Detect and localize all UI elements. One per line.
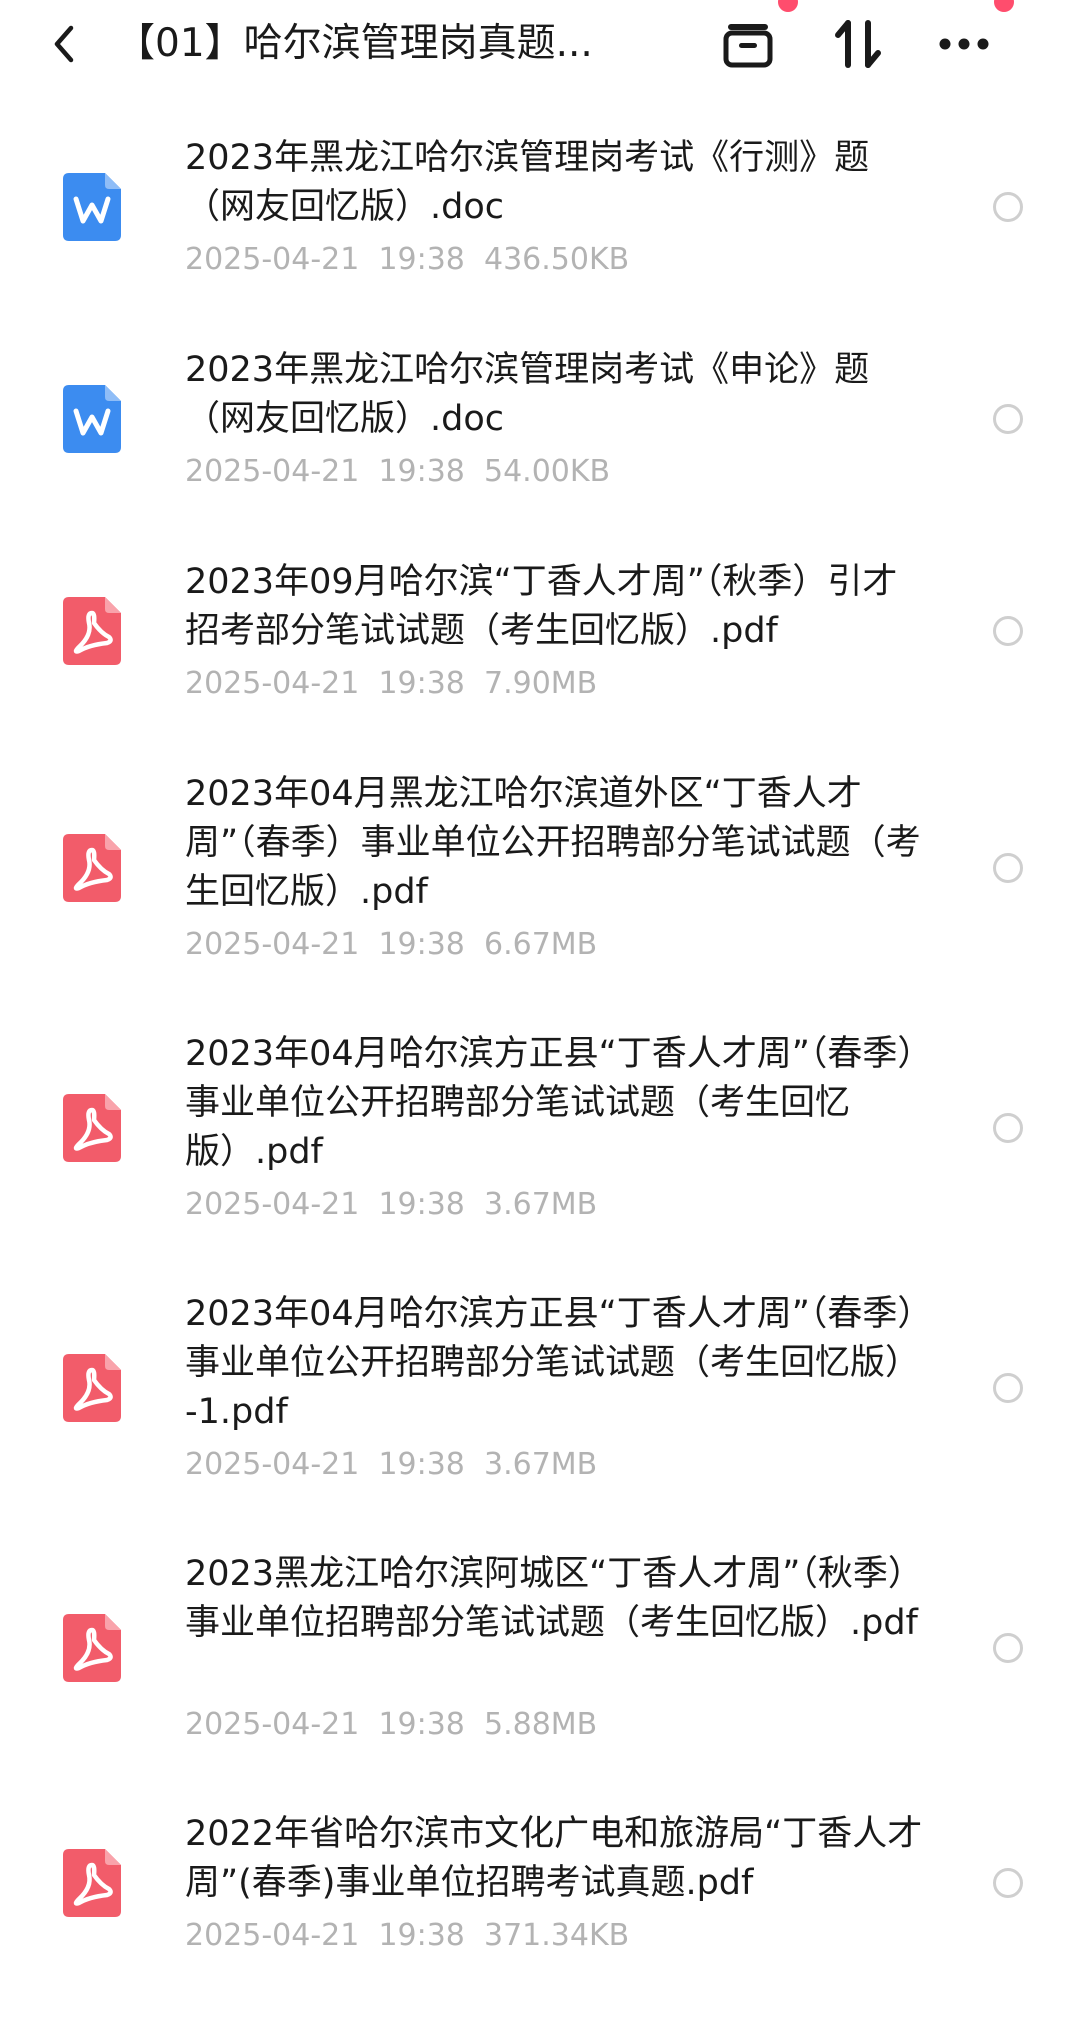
file-name: 2023年黑龙江哈尔滨管理岗考试《申论》题（网友回忆版）.doc xyxy=(185,350,870,439)
file-item[interactable]: 2023年04月哈尔滨方正县“丁香人才周”（春季）事业单位公开招聘部分笔试试题（… xyxy=(0,1260,1080,1520)
more-icon xyxy=(939,38,989,50)
file-size: 6.67MB xyxy=(483,927,598,962)
file-time: 19:38 xyxy=(378,454,465,489)
file-date: 2025-04-21 xyxy=(185,1187,360,1222)
back-button[interactable] xyxy=(42,20,86,68)
file-size: 3.67MB xyxy=(483,1447,598,1482)
file-meta: 2025-04-21 19:38 3.67MB xyxy=(185,1185,597,1225)
word-file-icon xyxy=(63,385,121,453)
file-date: 2025-04-21 xyxy=(185,454,360,489)
file-time: 19:38 xyxy=(378,1187,465,1222)
file-meta: 2025-04-21 19:38 5.88MB xyxy=(185,1705,597,1745)
file-date: 2025-04-21 xyxy=(185,1447,360,1482)
select-radio[interactable] xyxy=(993,1632,1023,1663)
file-meta: 2025-04-21 19:38 6.67MB xyxy=(185,925,597,965)
pdf-file-icon xyxy=(63,1353,121,1422)
file-name: 2023年黑龙江哈尔滨管理岗考试《行测》题（网友回忆版）.doc xyxy=(185,138,870,227)
file-meta: 2025-04-21 19:38 7.90MB xyxy=(185,664,597,704)
file-date: 2025-04-21 xyxy=(185,242,360,277)
file-size: 371.34KB xyxy=(483,1918,630,1953)
file-item[interactable]: 2023年黑龙江哈尔滨管理岗考试《行测》题（网友回忆版）.doc 2025-04-… xyxy=(0,104,1080,316)
file-time: 19:38 xyxy=(378,242,465,277)
file-name: 2023年04月哈尔滨方正县“丁香人才周”（春季）事业单位公开招聘部分笔试试题（… xyxy=(185,1294,921,1432)
pdf-file-icon xyxy=(63,1849,121,1917)
file-meta: 2025-04-21 19:38 3.67MB xyxy=(185,1445,597,1485)
file-name: 2022年省哈尔滨市文化广电和旅游局“丁香人才周”(春季)事业单位招聘考试真题.… xyxy=(185,1814,923,1903)
sort-icon xyxy=(835,20,881,68)
page-title: 【01】哈尔滨管理岗真题... xyxy=(116,21,593,66)
file-item[interactable]: 2022年省哈尔滨市文化广电和旅游局“丁香人才周”(春季)事业单位招聘考试真题.… xyxy=(0,1780,1080,2040)
pdf-file-icon xyxy=(63,597,121,665)
select-radio[interactable] xyxy=(993,192,1023,222)
file-name: 2023黑龙江哈尔滨阿城区“丁香人才周”（秋季）事业单位招聘部分笔试试题（考生回… xyxy=(185,1554,923,1643)
archive-icon xyxy=(723,24,773,68)
select-radio[interactable] xyxy=(993,852,1023,883)
pdf-file-icon xyxy=(63,1093,121,1162)
file-time: 19:38 xyxy=(378,1918,465,1953)
file-size: 54.00KB xyxy=(483,454,611,489)
file-size: 5.88MB xyxy=(483,1707,598,1742)
archive-button[interactable] xyxy=(716,14,780,74)
file-time: 19:38 xyxy=(378,666,465,701)
select-radio[interactable] xyxy=(993,616,1023,646)
file-date: 2025-04-21 xyxy=(185,1918,360,1953)
top-bar: 【01】哈尔滨管理岗真题... xyxy=(0,0,1080,92)
chevron-left-icon xyxy=(54,25,74,63)
file-meta: 2025-04-21 19:38 371.34KB xyxy=(185,1916,629,1956)
pdf-file-icon xyxy=(63,1613,121,1682)
file-meta: 2025-04-21 19:38 436.50KB xyxy=(185,240,629,280)
file-size: 3.67MB xyxy=(483,1187,598,1222)
file-meta: 2025-04-21 19:38 54.00KB xyxy=(185,452,610,492)
pdf-file-icon xyxy=(63,833,121,902)
file-date: 2025-04-21 xyxy=(185,927,360,962)
file-time: 19:38 xyxy=(378,1447,465,1482)
notification-badge xyxy=(778,0,798,12)
file-item[interactable]: 2023年黑龙江哈尔滨管理岗考试《申论》题（网友回忆版）.doc 2025-04-… xyxy=(0,316,1080,528)
file-item[interactable]: 2023年09月哈尔滨“丁香人才周”（秋季）引才招考部分笔试试题（考生回忆版）.… xyxy=(0,528,1080,740)
file-name: 2023年04月哈尔滨方正县“丁香人才周”（春季）事业单位公开招聘部分笔试试题（… xyxy=(185,1034,915,1172)
more-button[interactable] xyxy=(932,14,996,74)
file-time: 19:38 xyxy=(378,927,465,962)
file-name: 2023年09月哈尔滨“丁香人才周”（秋季）引才招考部分笔试试题（考生回忆版）.… xyxy=(185,562,898,651)
file-item[interactable]: 2023年04月哈尔滨方正县“丁香人才周”（春季）事业单位公开招聘部分笔试试题（… xyxy=(0,1000,1080,1260)
select-radio[interactable] xyxy=(993,1112,1023,1143)
file-date: 2025-04-21 xyxy=(185,1707,360,1742)
file-list: 2023年黑龙江哈尔滨管理岗考试《行测》题（网友回忆版）.doc 2025-04-… xyxy=(0,104,1080,2040)
word-file-icon xyxy=(63,173,121,241)
select-radio[interactable] xyxy=(993,404,1023,434)
notification-badge xyxy=(994,0,1014,12)
file-time: 19:38 xyxy=(378,1707,465,1742)
file-item[interactable]: 2023年04月黑龙江哈尔滨道外区“丁香人才周”（春季）事业单位公开招聘部分笔试… xyxy=(0,740,1080,1000)
file-date: 2025-04-21 xyxy=(185,666,360,701)
file-size: 7.90MB xyxy=(483,666,598,701)
sort-button[interactable] xyxy=(826,14,890,74)
file-name: 2023年04月黑龙江哈尔滨道外区“丁香人才周”（春季）事业单位公开招聘部分笔试… xyxy=(185,774,921,912)
select-radio[interactable] xyxy=(993,1372,1023,1403)
select-radio[interactable] xyxy=(993,1868,1023,1898)
file-item[interactable]: 2023黑龙江哈尔滨阿城区“丁香人才周”（秋季）事业单位招聘部分笔试试题（考生回… xyxy=(0,1520,1080,1780)
file-size: 436.50KB xyxy=(483,242,630,277)
